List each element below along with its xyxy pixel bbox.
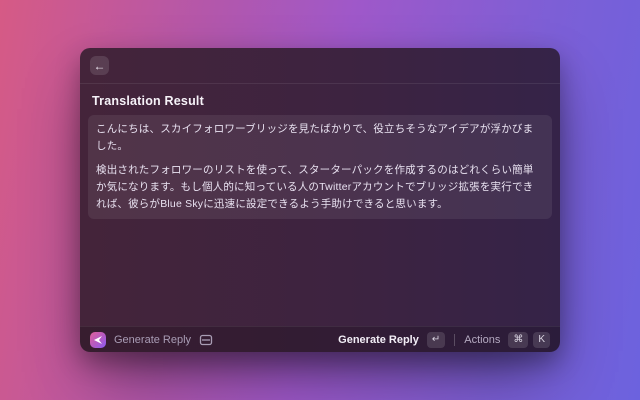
back-button[interactable]: ← bbox=[90, 56, 109, 75]
footer-actions-group: Generate Reply ↵ Actions ⌘ K bbox=[338, 332, 550, 348]
translation-text-box: こんにちは、スカイフォロワーブリッジを見たばかりで、役立ちそうなアイデアが浮かび… bbox=[88, 115, 552, 219]
sparkle-glyph bbox=[93, 335, 103, 345]
generate-reply-button[interactable]: Generate Reply bbox=[338, 334, 419, 346]
command-key-badge[interactable]: ⌘ bbox=[508, 332, 528, 348]
translation-result-window: ← Translation Result こんにちは、スカイフォロワーブリッジを… bbox=[80, 48, 560, 352]
footer-mode-label: Generate Reply bbox=[114, 334, 191, 346]
translation-paragraph: こんにちは、スカイフォロワーブリッジを見たばかりで、役立ちそうなアイデアが浮かび… bbox=[96, 121, 544, 155]
footer-divider bbox=[454, 334, 455, 346]
footer-bar: Generate Reply Generate Reply ↵ Actions … bbox=[80, 326, 560, 352]
return-key-badge[interactable]: ↵ bbox=[427, 332, 445, 348]
translation-paragraph: 検出されたフォロワーのリストを使って、スターターパックを作成するのはどれくらい簡… bbox=[96, 162, 544, 213]
back-arrow-icon: ← bbox=[94, 60, 106, 72]
window-header: ← bbox=[80, 48, 560, 84]
actions-button[interactable]: Actions bbox=[464, 334, 500, 346]
k-key-badge[interactable]: K bbox=[533, 332, 550, 348]
app-logo-icon bbox=[90, 332, 106, 348]
keyboard-icon bbox=[199, 334, 213, 346]
page-title: Translation Result bbox=[80, 84, 560, 108]
